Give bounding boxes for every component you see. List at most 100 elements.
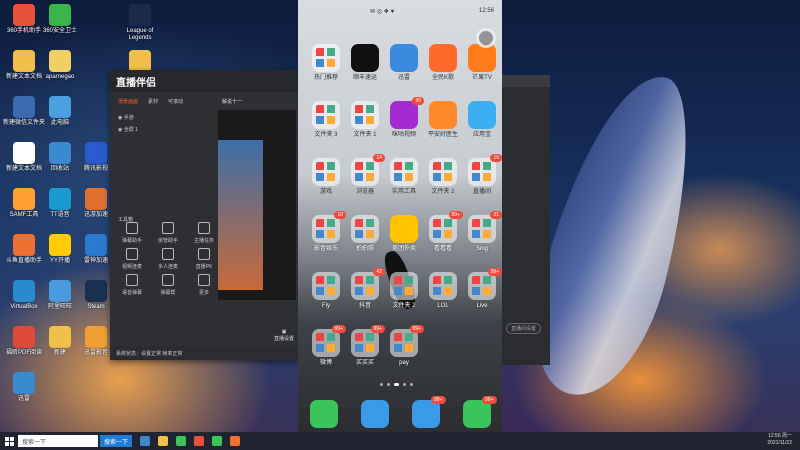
toolbox-item[interactable]: 弹幕帮: [154, 274, 182, 296]
app-icon[interactable]: [194, 436, 205, 446]
tool-label: 弹幕帮: [160, 290, 176, 296]
phone-app[interactable]: 热门推荐: [306, 44, 346, 82]
file-explorer-icon[interactable]: [158, 436, 169, 446]
phone-app[interactable]: 99+ pay: [384, 325, 424, 367]
desktop-app-icon: [13, 234, 35, 256]
desktop-icon-label: VirtualBox: [10, 304, 38, 310]
scene-item-2[interactable]: ◉ 全屏 1: [118, 124, 138, 136]
app-icon: [312, 158, 340, 186]
tab-scroll[interactable]: 可滚动: [168, 98, 183, 105]
phone-app[interactable]: 31 Sing: [462, 211, 502, 253]
phone-app[interactable]: 10 影音娱乐: [306, 211, 346, 253]
app-icon: [390, 158, 418, 186]
desktop-app-icon: [13, 188, 35, 210]
edge-icon[interactable]: [140, 436, 151, 446]
live-assistant-window[interactable]: 直播伴侣 场景画面 素材 可滚动 ◉ 手游 ◉ 全屏 1 解说十一 工具箱 弹幕…: [110, 70, 298, 360]
phone-app[interactable]: 42 抖音: [345, 268, 385, 310]
phone-clock: 12:56: [478, 8, 494, 14]
right-window-titlebar[interactable]: [502, 75, 550, 87]
phone-app[interactable]: 14 浏览器: [345, 154, 385, 196]
app-icon: [390, 215, 418, 243]
system-tray-clock[interactable]: 12:56 周一 2021/11/22: [767, 433, 792, 447]
phone-app[interactable]: 99+ 买买买: [345, 325, 385, 367]
phone-app[interactable]: 应用宝: [462, 101, 502, 139]
wechat-icon[interactable]: [212, 436, 223, 446]
taskbar-search-input[interactable]: 搜索一下: [18, 435, 98, 447]
app-icon: [429, 158, 457, 186]
notification-badge: 99+: [482, 396, 497, 404]
phone-app[interactable]: 文件夹 1: [345, 101, 385, 139]
messages-dock-icon[interactable]: 99+: [411, 396, 446, 428]
phone-app[interactable]: 顺丰速运: [345, 44, 385, 82]
right-side-window[interactable]: 直播间设置: [502, 75, 550, 365]
desktop-app-icon: [49, 234, 71, 256]
phone-dock-icon[interactable]: [309, 400, 338, 428]
notification-badge: 99+: [331, 325, 346, 333]
desktop-icon[interactable]: League of Legends: [118, 4, 162, 42]
phone-app[interactable]: 99+ 看看看: [423, 211, 463, 253]
phone-app[interactable]: 文件夹 2: [423, 158, 463, 196]
toolbox-item[interactable]: 弹幕助手: [118, 222, 146, 244]
notification-badge: 99+: [487, 268, 502, 276]
floating-assist-button[interactable]: [476, 28, 496, 48]
app-label: 平安好医生: [427, 132, 458, 138]
tool-label: 弹幕助手: [121, 238, 142, 244]
tray-time: 12:56 周一: [768, 433, 792, 439]
desktop-icon-label: 360手机助手: [6, 28, 41, 34]
app-icon: 99: [390, 97, 424, 129]
desktop-app-icon: [49, 326, 71, 348]
phone-screen-mirror[interactable]: ✉ ◎ ❖ ♥ 12:56 热门推荐 顺丰速运 迅雷 全民K歌 芒果TV 文件夹 3 文件夹…: [298, 0, 502, 432]
phone-app[interactable]: 平安好医生: [423, 101, 463, 139]
room-settings-button[interactable]: 直播间设置: [506, 323, 542, 334]
phone-app[interactable]: 美团外卖: [384, 215, 424, 253]
phone-app[interactable]: 16 直播间: [462, 154, 502, 196]
wechat-dock-icon[interactable]: 99+: [462, 396, 497, 428]
taskbar-search-button[interactable]: 搜索一下: [100, 435, 133, 447]
toolbox-item[interactable]: 多人连麦: [154, 248, 182, 270]
live-assistant-taskbar-icon[interactable]: [230, 436, 241, 446]
phone-app[interactable]: 99+ Live: [462, 268, 502, 310]
toolbox-item[interactable]: 直播PK: [190, 248, 218, 270]
app-icon: [390, 272, 418, 300]
tab-material[interactable]: 素材: [148, 98, 158, 105]
phone-app[interactable]: 99 咪咕视频: [384, 97, 424, 139]
assistant-titlebar[interactable]: 直播伴侣: [110, 70, 298, 92]
toolbox-item[interactable]: 房管助手: [154, 222, 182, 244]
desktop-icon[interactable]: 迅雷: [2, 372, 46, 403]
desktop-icon[interactable]: 360安全卫士: [38, 4, 82, 35]
toolbox-item[interactable]: 语音弹幕: [118, 274, 146, 296]
app-icon: [429, 272, 457, 300]
phone-app[interactable]: LOL: [423, 272, 463, 310]
scene-item-1[interactable]: ◉ 手游: [118, 112, 138, 124]
phone-app[interactable]: 迅雷: [384, 44, 424, 82]
toolbox-item[interactable]: 更多: [190, 274, 218, 296]
phone-app[interactable]: 实用工具: [384, 158, 424, 196]
desktop-icon-label: League of Legends: [126, 28, 154, 41]
phone-app[interactable]: 拍拍照: [345, 215, 385, 253]
toolbox-item[interactable]: 主播任务: [190, 222, 218, 244]
desktop-icon[interactable]: 此电脑: [38, 96, 82, 127]
app-icon: 10: [312, 211, 346, 243]
start-button[interactable]: [0, 432, 18, 450]
notification-badge: 99+: [448, 211, 463, 219]
phone-app[interactable]: 全民K歌: [423, 44, 463, 82]
notification-badge: 99+: [431, 396, 446, 404]
tool-icon: [126, 274, 138, 286]
tab-scene[interactable]: 场景画面: [118, 98, 138, 105]
toolbox-item[interactable]: 视频连麦: [118, 248, 146, 270]
app-label: 文件夹 2: [392, 303, 416, 309]
phone-app[interactable]: 文件夹 2: [384, 272, 424, 310]
phone-app[interactable]: 游戏: [306, 158, 346, 196]
live-settings-button[interactable]: ▣ 直播设置: [274, 329, 294, 342]
app-icon: [468, 101, 496, 129]
app-label: 芒果TV: [472, 75, 492, 81]
phone-app[interactable]: 文件夹 3: [306, 101, 346, 139]
contacts-dock-icon[interactable]: [360, 400, 389, 428]
phone-app[interactable]: 99+ 微博: [306, 325, 346, 367]
phone-app[interactable]: Fly: [306, 272, 346, 310]
360-browser-icon[interactable]: [176, 436, 187, 446]
tool-label: 更多: [198, 290, 209, 296]
desktop-icon[interactable]: aparnegao: [38, 50, 82, 81]
phone-app[interactable]: 芒果TV: [462, 44, 502, 82]
scene-item-label: 全屏 1: [123, 127, 138, 133]
